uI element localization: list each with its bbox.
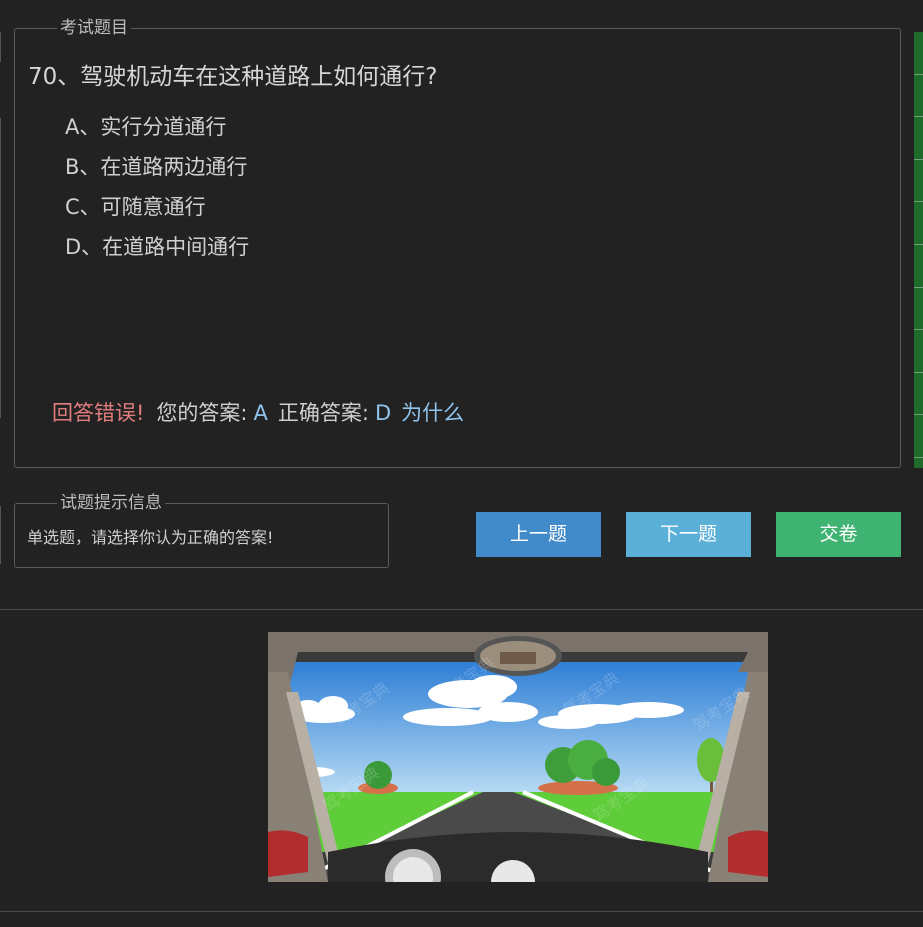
option-a[interactable]: A、实行分道通行	[65, 111, 249, 151]
answer-card-cell[interactable]	[914, 202, 923, 245]
correct-answer-label: 正确答案:	[277, 401, 369, 425]
question-panel: 考试题目 70、驾驶机动车在这种道路上如何通行? A、实行分道通行 B、在道路两…	[14, 18, 901, 468]
answer-card-cell[interactable]	[914, 245, 923, 288]
hint-panel: 试题提示信息 单选题，请选择你认为正确的答案!	[14, 493, 389, 568]
next-question-button[interactable]: 下一题	[626, 512, 751, 557]
answer-result: 回答错误! 您的答案: A 正确答案: D 为什么	[52, 397, 464, 427]
exam-page: 考试题目 70、驾驶机动车在这种道路上如何通行? A、实行分道通行 B、在道路两…	[0, 0, 923, 927]
why-link[interactable]: 为什么	[401, 401, 464, 425]
road-scene-illustration: 驾考宝典 驾考宝典 驾考宝典 驾考宝典 驾考宝典 驾考宝典	[268, 632, 768, 882]
your-answer-label: 您的答案:	[156, 401, 248, 425]
question-title: 70、驾驶机动车在这种道路上如何通行?	[28, 64, 438, 90]
answer-card-cell[interactable]	[914, 160, 923, 203]
question-panel-legend: 考试题目	[57, 18, 131, 38]
your-answer-value: A	[253, 401, 268, 425]
options-list: A、实行分道通行 B、在道路两边通行 C、可随意通行 D、在道路中间通行	[65, 111, 249, 271]
submit-exam-button[interactable]: 交卷	[776, 512, 901, 557]
option-c[interactable]: C、可随意通行	[65, 191, 249, 231]
answer-card-cell[interactable]	[914, 415, 923, 458]
section-divider	[0, 609, 923, 610]
prev-question-button[interactable]: 上一题	[476, 512, 601, 557]
left-panel-edge	[0, 118, 4, 418]
option-b[interactable]: B、在道路两边通行	[65, 151, 249, 191]
answer-card-cell[interactable]	[914, 373, 923, 416]
answer-card-cell[interactable]	[914, 75, 923, 118]
section-divider	[0, 911, 923, 912]
answer-card-cell[interactable]	[914, 288, 923, 331]
result-status: 回答错误!	[52, 401, 145, 425]
answer-card-cell[interactable]	[914, 330, 923, 373]
answer-card-cell[interactable]	[914, 32, 923, 75]
question-image: 驾考宝典 驾考宝典 驾考宝典 驾考宝典 驾考宝典 驾考宝典	[268, 632, 768, 882]
correct-answer-value: D	[374, 401, 392, 425]
answer-card-cell[interactable]	[914, 117, 923, 160]
answer-card-column	[914, 32, 923, 468]
option-d[interactable]: D、在道路中间通行	[65, 231, 249, 271]
hint-text: 单选题，请选择你认为正确的答案!	[27, 528, 274, 547]
left-panel-edge	[0, 32, 4, 62]
left-panel-edge	[0, 506, 4, 564]
hint-panel-legend: 试题提示信息	[57, 493, 165, 513]
